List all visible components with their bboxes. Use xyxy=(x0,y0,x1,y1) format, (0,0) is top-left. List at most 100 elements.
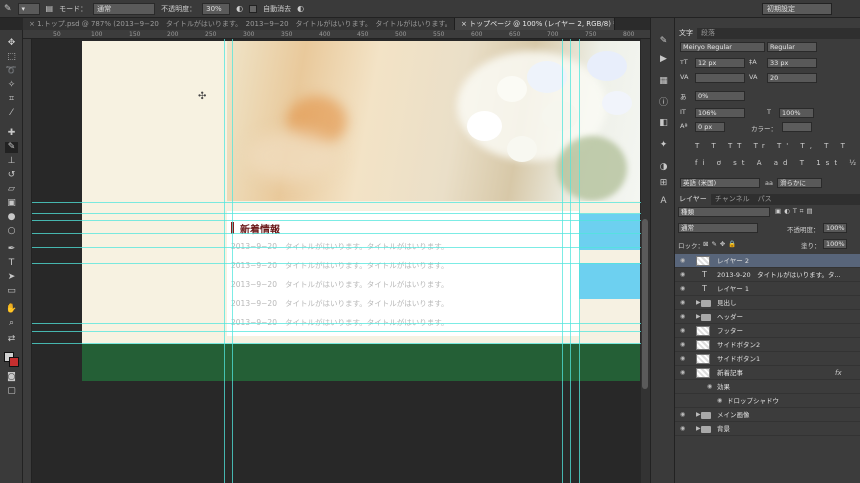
eraser-tool-icon[interactable]: ▱ xyxy=(5,184,18,195)
visibility-eye-icon[interactable]: ◉ xyxy=(680,352,685,365)
language-select[interactable]: 英語 (米国) xyxy=(680,178,760,188)
layer-row[interactable]: ◉ サイドボタン1 xyxy=(675,352,860,366)
layer-row[interactable]: ◉ サイドボタン2 xyxy=(675,338,860,352)
horizontal-scale-field[interactable]: 100% xyxy=(779,108,814,118)
move-tool-icon[interactable]: ✥ xyxy=(5,38,18,49)
guide-line[interactable] xyxy=(32,202,650,203)
workspace-select[interactable]: 初期設定 xyxy=(762,3,832,15)
tab-layers[interactable]: レイヤー xyxy=(675,194,711,205)
shape-tool-icon[interactable]: ▭ xyxy=(5,286,18,297)
opentype-buttons[interactable]: fi ơ st A ad T 1st ½ xyxy=(695,159,860,167)
effect-eye-icon[interactable]: ◉ xyxy=(717,394,722,407)
type-tool-icon[interactable]: T xyxy=(5,258,18,269)
layer-row[interactable]: ◉ ▶ 背景 xyxy=(675,422,860,436)
canvas-area[interactable]: 新着情報 2013−9−20 タイトルがはいります。タイトルがはいります。 201… xyxy=(32,39,650,483)
lasso-tool-icon[interactable]: ➰ xyxy=(5,66,18,77)
layer-row[interactable]: ◉ 新着記事 fx xyxy=(675,366,860,380)
visibility-eye-icon[interactable]: ◉ xyxy=(680,282,685,295)
layer-opacity-field[interactable]: 100% xyxy=(823,223,847,233)
layer-row[interactable]: ◉ T レイヤー 1 xyxy=(675,282,860,296)
swap-colors-icon[interactable]: ⇄ xyxy=(5,334,18,345)
visibility-eye-icon[interactable]: ◉ xyxy=(680,310,685,323)
type-style-buttons[interactable]: T T TT Tr T' T, T T xyxy=(695,142,850,150)
expand-arrow-icon[interactable]: ▶ xyxy=(696,408,701,421)
brush-tool-icon[interactable]: ✎ xyxy=(4,4,12,14)
scrollbar-thumb[interactable] xyxy=(642,219,648,389)
tracking-field[interactable]: 20 xyxy=(767,73,817,83)
expand-arrow-icon[interactable]: ▶ xyxy=(696,296,701,309)
vertical-ruler[interactable] xyxy=(23,39,32,483)
info-panel-icon[interactable]: ⓘ xyxy=(658,98,669,109)
tab-psd-file[interactable]: × 1.トップ.psd @ 787% (2013−9−20 タイトルがはいります… xyxy=(23,18,455,30)
history-brush-icon[interactable]: ↺ xyxy=(5,170,18,181)
visibility-eye-icon[interactable]: ◉ xyxy=(680,296,685,309)
layer-row[interactable]: ◉ ▶ ヘッダー xyxy=(675,310,860,324)
blur-tool-icon[interactable]: ● xyxy=(5,212,18,223)
effect-row[interactable]: ◉ 効果 xyxy=(675,380,860,394)
baseline-shift-field[interactable]: 0 px xyxy=(695,122,725,132)
tab-paragraph[interactable]: 段落 xyxy=(697,28,719,39)
brush-preset-picker[interactable]: ▾ xyxy=(17,2,40,15)
gradient-tool-icon[interactable]: ▣ xyxy=(5,198,18,209)
expand-arrow-icon[interactable]: ▶ xyxy=(696,422,701,435)
zoom-tool-icon[interactable]: ⌕ xyxy=(5,318,18,329)
guide-line[interactable] xyxy=(224,39,225,483)
visibility-eye-icon[interactable]: ◉ xyxy=(680,254,685,267)
swatches-panel-icon[interactable]: ⊞ xyxy=(658,178,669,189)
tab-character[interactable]: 文字 xyxy=(675,28,697,39)
healing-tool-icon[interactable]: ✚ xyxy=(5,128,18,139)
layer-row[interactable]: ◉ ▶ メイン画像 xyxy=(675,408,860,422)
visibility-eye-icon[interactable]: ◉ xyxy=(680,324,685,337)
screen-mode-icon[interactable]: ▢ xyxy=(5,386,18,397)
guide-line[interactable] xyxy=(570,39,571,483)
guide-line[interactable] xyxy=(32,220,650,221)
pressure-opacity-icon[interactable]: ◐ xyxy=(236,4,243,13)
color-panel-icon[interactable]: ◑ xyxy=(658,162,669,173)
character-panel-icon[interactable]: A xyxy=(658,196,669,207)
horizontal-ruler[interactable]: 50 100 150 200 250 300 350 400 450 500 550 600 650 70… xyxy=(23,30,650,39)
background-color-swatch[interactable] xyxy=(9,357,19,367)
visibility-eye-icon[interactable]: ◉ xyxy=(680,408,685,421)
brush-panel-icon[interactable]: ✎ xyxy=(658,36,669,47)
guide-line[interactable] xyxy=(562,39,563,483)
guide-line[interactable] xyxy=(32,331,650,332)
quick-select-tool-icon[interactable]: ✧ xyxy=(5,80,18,91)
pen-tool-icon[interactable]: ✒ xyxy=(5,244,18,255)
visibility-eye-icon[interactable]: ◉ xyxy=(680,422,685,435)
hand-tool-icon[interactable]: ✋ xyxy=(5,304,18,315)
effect-eye-icon[interactable]: ◉ xyxy=(707,380,712,393)
styles-panel-icon[interactable]: ✦ xyxy=(658,140,669,151)
kerning-field[interactable] xyxy=(695,73,745,83)
guide-line[interactable] xyxy=(32,233,650,234)
layer-row[interactable]: ◉ フッター xyxy=(675,324,860,338)
font-size-field[interactable]: 12 px xyxy=(695,58,745,68)
guide-line[interactable] xyxy=(232,39,233,483)
path-select-tool-icon[interactable]: ➤ xyxy=(5,272,18,283)
eyedropper-tool-icon[interactable]: ⁄ xyxy=(5,108,18,119)
layer-row[interactable]: ◉ レイヤー 2 xyxy=(675,254,860,268)
pressure-size-icon[interactable]: ◐ xyxy=(297,4,304,13)
tab-top-page[interactable]: × トップページ @ 100% (レイヤー 2, RGB/8) * xyxy=(455,18,615,30)
layer-row[interactable]: ◉ T 2013-9-20 タイトルがはいります。タ... xyxy=(675,268,860,282)
marquee-tool-icon[interactable]: ⬚ xyxy=(5,52,18,63)
history-panel-icon[interactable]: ▦ xyxy=(658,76,669,87)
layer-filter-select[interactable]: 種類 xyxy=(678,207,770,217)
mode-select[interactable]: 通常 xyxy=(93,2,156,15)
guide-line[interactable] xyxy=(32,247,650,248)
quick-mask-icon[interactable]: ◙ xyxy=(5,372,18,383)
opacity-field[interactable]: 30% xyxy=(202,2,231,15)
guide-line[interactable] xyxy=(32,213,650,214)
play-actions-icon[interactable]: ▶ xyxy=(658,54,669,65)
text-color-swatch[interactable] xyxy=(782,122,812,132)
tab-channels[interactable]: チャンネル xyxy=(711,194,754,205)
layer-filter-icons[interactable]: ▣◐T⌗▤ xyxy=(775,207,816,216)
stamp-tool-icon[interactable]: ⊥ xyxy=(5,156,18,167)
guide-line[interactable] xyxy=(32,343,650,344)
crop-tool-icon[interactable]: ⌗ xyxy=(5,94,18,105)
leading-field[interactable]: 33 px xyxy=(767,58,817,68)
dodge-tool-icon[interactable]: ○ xyxy=(5,226,18,237)
layer-effects-badge[interactable]: fx xyxy=(835,366,842,379)
vertical-scale-field[interactable]: 106% xyxy=(695,108,745,118)
fill-field[interactable]: 100% xyxy=(823,239,847,249)
tsume-field[interactable]: 0% xyxy=(695,91,745,101)
